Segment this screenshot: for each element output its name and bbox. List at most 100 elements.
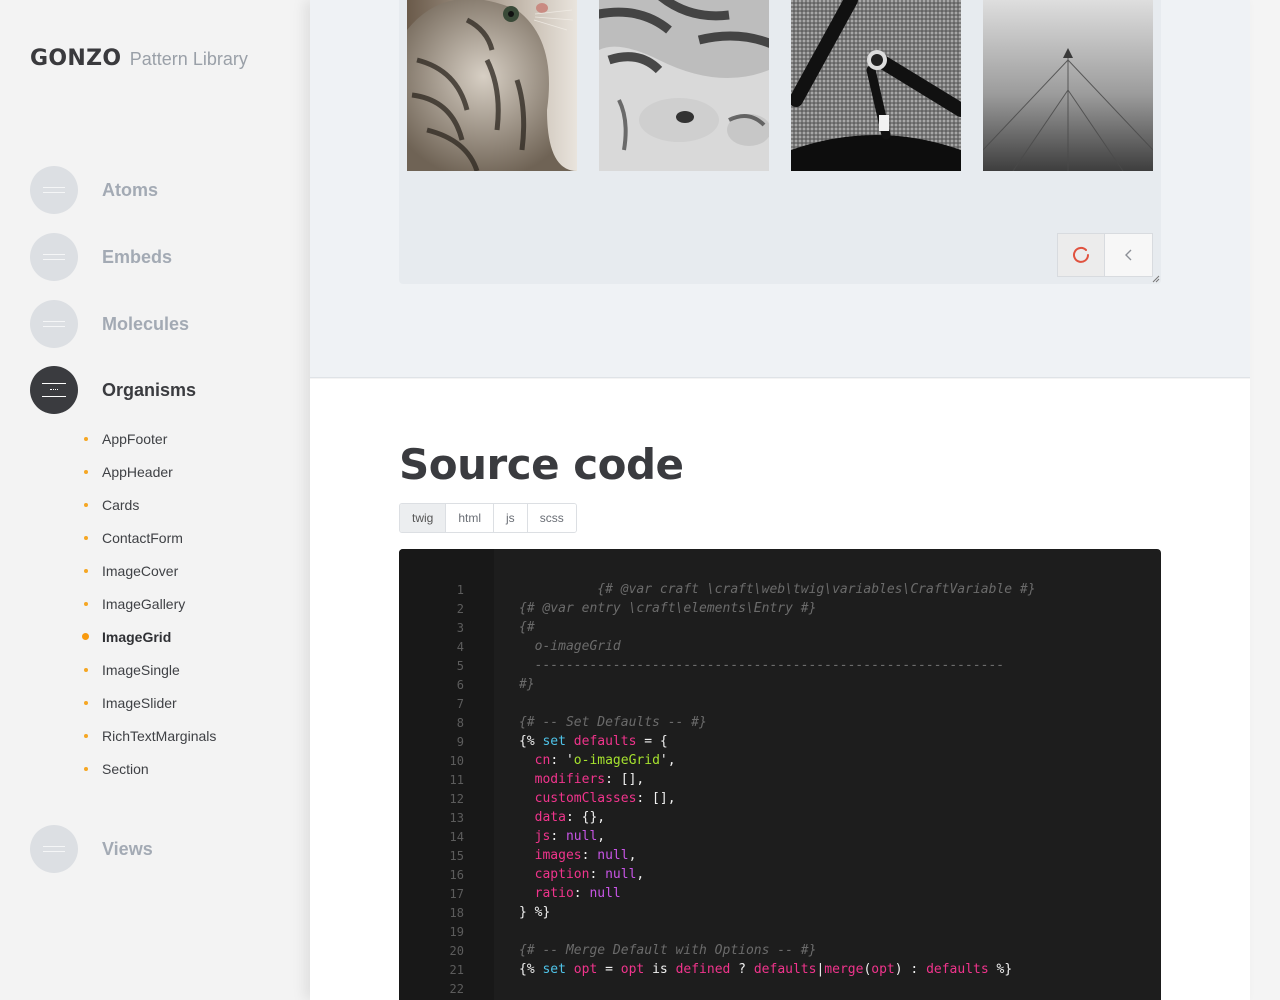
brand-name: GONZO (30, 46, 122, 71)
bullet-icon (84, 700, 88, 705)
code-line: 6 #} (399, 675, 1161, 694)
line-number: 4 (456, 639, 464, 654)
line-number: 13 (449, 810, 464, 825)
organism-label: ImageGrid (102, 628, 172, 645)
code-line: 3 {# (399, 618, 1161, 637)
code-text: data: {}, (534, 810, 606, 825)
brand[interactable]: GONZO Pattern Library (30, 46, 248, 71)
code-text: } %} (519, 905, 551, 920)
reload-button[interactable] (1058, 234, 1105, 276)
line-number: 10 (449, 753, 464, 768)
code-text: {# (519, 620, 535, 635)
code-text: caption: null, (534, 867, 645, 882)
organism-item-contactform[interactable]: ContactForm (84, 521, 216, 554)
bullet-icon (84, 568, 88, 573)
bullet-icon (84, 436, 88, 441)
organism-label: RichTextMarginals (102, 727, 217, 744)
line-number: 20 (449, 943, 464, 958)
line-number: 11 (449, 772, 464, 787)
code-tabs: twig html js scss (399, 503, 577, 533)
organism-item-imageslider[interactable]: ImageSlider (84, 686, 216, 719)
organism-item-imagecover[interactable]: ImageCover (84, 554, 216, 587)
line-number: 15 (449, 848, 464, 863)
menu-icon (30, 300, 78, 348)
bullet-icon (84, 469, 88, 474)
tab-scss[interactable]: scss (527, 504, 576, 532)
code-line: 9 {% set defaults = { (399, 732, 1161, 751)
image-cat-paws (599, 0, 769, 171)
category-label: Organisms (102, 379, 197, 400)
line-number: 5 (456, 658, 464, 673)
category-label: Molecules (102, 313, 190, 334)
code-line: 10 cn: 'o-imageGrid', (399, 751, 1161, 770)
code-line: 20 {# -- Merge Default with Options -- #} (399, 941, 1161, 960)
code-line: 5 --------------------------------------… (399, 656, 1161, 675)
bullet-icon (82, 633, 89, 640)
organism-item-imagesingle[interactable]: ImageSingle (84, 653, 216, 686)
menu-open-icon (30, 366, 78, 414)
category-label: Embeds (102, 246, 173, 267)
line-number: 18 (449, 905, 464, 920)
tab-js[interactable]: js (494, 504, 528, 532)
code-line: 12 customClasses: [], (399, 789, 1161, 808)
code-text: customClasses: [], (534, 791, 676, 806)
tab-html[interactable]: html (446, 504, 495, 532)
organism-item-appheader[interactable]: AppHeader (84, 455, 216, 488)
code-text: {# @var craft \craft\web\twig\variables\… (519, 582, 1036, 597)
category-molecules[interactable]: Molecules (30, 300, 189, 348)
organism-item-cards[interactable]: Cards (84, 488, 216, 521)
organism-item-imagegallery[interactable]: ImageGallery (84, 587, 216, 620)
chevron-left-icon (1124, 249, 1131, 261)
image-antenna-mast (983, 0, 1153, 171)
code-line: 13 data: {}, (399, 808, 1161, 827)
organism-item-richtextmarginals[interactable]: RichTextMarginals (84, 719, 216, 752)
code-line: 7 (399, 694, 1161, 713)
menu-icon (30, 233, 78, 281)
code-text: {% set defaults = { (519, 734, 668, 749)
image-tabby-cat (407, 0, 577, 171)
category-atoms[interactable]: Atoms (30, 166, 158, 214)
line-number: 6 (456, 677, 464, 692)
category-organisms[interactable]: Organisms (30, 366, 196, 414)
code-text: o-imageGrid (519, 639, 621, 654)
pattern-preview (310, 0, 1250, 378)
code-line: 11 modifiers: [], (399, 770, 1161, 789)
organism-label: Cards (102, 496, 140, 513)
line-number: 1 (456, 582, 464, 597)
bullet-icon (84, 667, 88, 672)
source-title: Source code (399, 440, 684, 489)
line-number: 2 (456, 601, 464, 616)
tab-twig[interactable]: twig (400, 504, 447, 532)
organism-label: ImageSingle (102, 661, 180, 678)
source-section: Source code twig html js scss 1 {# @var … (310, 379, 1250, 1000)
organism-item-section[interactable]: Section (84, 752, 216, 785)
code-text: ratio: null (534, 886, 621, 901)
organism-label: AppHeader (102, 463, 173, 480)
code-line: 4 o-imageGrid (399, 637, 1161, 656)
code-text: js: null, (534, 829, 606, 844)
back-button[interactable] (1105, 234, 1152, 276)
code-line: 18 } %} (399, 903, 1161, 922)
category-views[interactable]: Views (30, 825, 153, 873)
organism-item-imagegrid[interactable]: ImageGrid (82, 620, 216, 653)
bullet-icon (84, 766, 88, 771)
bullet-icon (84, 733, 88, 738)
code-block[interactable]: 1 {# @var craft \craft\web\twig\variable… (399, 549, 1161, 1000)
menu-icon (30, 166, 78, 214)
organism-label: ImageGallery (102, 595, 186, 612)
category-embeds[interactable]: Embeds (30, 233, 172, 281)
preview-controls (1057, 233, 1153, 277)
organism-item-appfooter[interactable]: AppFooter (84, 422, 216, 455)
code-text: {# -- Merge Default with Options -- #} (519, 943, 817, 958)
organism-label: Section (102, 760, 149, 777)
line-number: 17 (449, 886, 464, 901)
code-text: images: null, (534, 848, 637, 863)
code-line: 19 (399, 922, 1161, 941)
code-lines: 1 {# @var craft \craft\web\twig\variable… (399, 580, 1161, 998)
code-line: 1 {# @var craft \craft\web\twig\variable… (399, 580, 1161, 599)
organisms-list: AppFooter AppHeader Cards ContactForm Im… (82, 422, 216, 785)
code-line: 8 {# -- Set Defaults -- #} (399, 713, 1161, 732)
resize-handle-icon[interactable] (1152, 275, 1160, 283)
code-line: 17 ratio: null (399, 884, 1161, 903)
code-text: {# -- Set Defaults -- #} (519, 715, 707, 730)
